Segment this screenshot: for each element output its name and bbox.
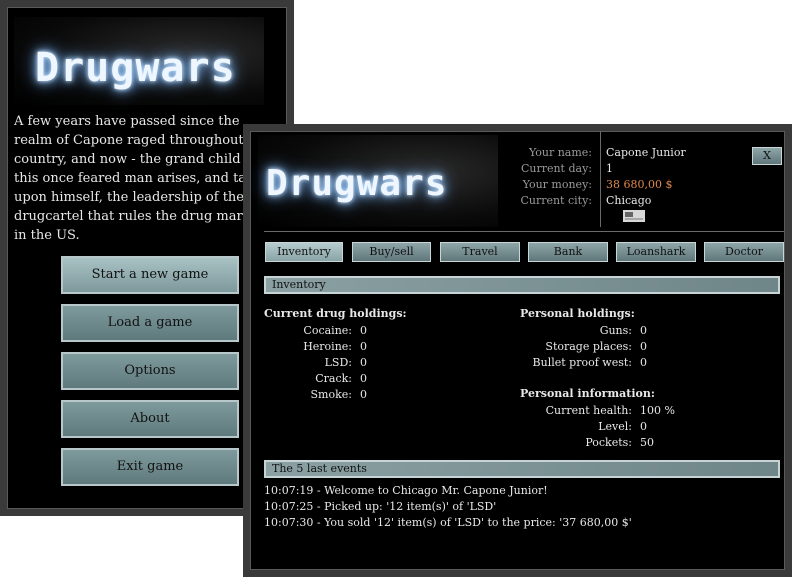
- tab-inventory[interactable]: Inventory: [265, 242, 343, 262]
- current-city: Chicago: [606, 194, 652, 207]
- event-line: 10:07:30 - You sold '12' item(s) of 'LSD…: [264, 516, 632, 529]
- events-section-title: The 5 last events: [264, 460, 780, 478]
- holding-label: Guns:: [599, 324, 632, 337]
- tab-buy-sell[interactable]: Buy/sell: [352, 242, 431, 262]
- menu-logo: Drugwars: [35, 45, 236, 91]
- drug-label: Cocaine:: [303, 324, 352, 337]
- holding-label: Bullet proof west:: [532, 356, 632, 369]
- info-label: Current health:: [545, 404, 632, 417]
- name-label: Your name:: [528, 146, 592, 159]
- inventory-section-title: Inventory: [264, 276, 780, 294]
- event-line: 10:07:19 - Welcome to Chicago Mr. Capone…: [264, 484, 548, 497]
- player-name: Capone Junior: [606, 146, 686, 159]
- info-label: Pockets:: [585, 436, 632, 449]
- player-money: 38 680,00 $: [606, 178, 673, 191]
- header-divider: [600, 131, 601, 227]
- game-window: Drugwars Your name: Capone Junior Curren…: [243, 124, 792, 577]
- drug-holdings-heading: Current drug holdings:: [264, 307, 407, 320]
- personal-info-heading: Personal information:: [520, 387, 655, 400]
- options-button[interactable]: Options: [61, 352, 239, 390]
- drug-value: 0: [360, 388, 367, 401]
- drug-value: 0: [360, 372, 367, 385]
- start-new-game-button[interactable]: Start a new game: [61, 256, 239, 294]
- day-label: Current day:: [520, 162, 592, 175]
- event-line: 10:07:25 - Picked up: '12 item(s)' of 'L…: [264, 500, 497, 513]
- about-button[interactable]: About: [61, 400, 239, 438]
- exit-game-button[interactable]: Exit game: [61, 448, 239, 486]
- money-label: Your money:: [522, 178, 592, 191]
- drug-value: 0: [360, 356, 367, 369]
- close-button[interactable]: X: [752, 147, 782, 165]
- info-value: 0: [640, 420, 647, 433]
- tab-travel[interactable]: Travel: [440, 242, 520, 262]
- personal-holdings-heading: Personal holdings:: [520, 307, 635, 320]
- tab-bank[interactable]: Bank: [528, 242, 608, 262]
- holding-value: 0: [640, 324, 647, 337]
- holding-value: 0: [640, 356, 647, 369]
- drug-label: LSD:: [324, 356, 352, 369]
- info-value: 50: [640, 436, 654, 449]
- city-label: Current city:: [520, 194, 592, 207]
- info-label: Level:: [598, 420, 632, 433]
- drug-label: Heroine:: [303, 340, 352, 353]
- drug-value: 0: [360, 324, 367, 337]
- drug-label: Smoke:: [310, 388, 352, 401]
- drug-label: Crack:: [315, 372, 352, 385]
- drug-value: 0: [360, 340, 367, 353]
- tab-doctor[interactable]: Doctor: [704, 242, 784, 262]
- holding-value: 0: [640, 340, 647, 353]
- header-separator: [264, 231, 784, 232]
- game-logo: Drugwars: [266, 163, 448, 204]
- info-value: 100 %: [640, 404, 675, 417]
- tab-loanshark[interactable]: Loanshark: [616, 242, 696, 262]
- flag-icon: [623, 210, 645, 222]
- load-game-button[interactable]: Load a game: [61, 304, 239, 342]
- holding-label: Storage places:: [545, 340, 632, 353]
- current-day: 1: [606, 162, 613, 175]
